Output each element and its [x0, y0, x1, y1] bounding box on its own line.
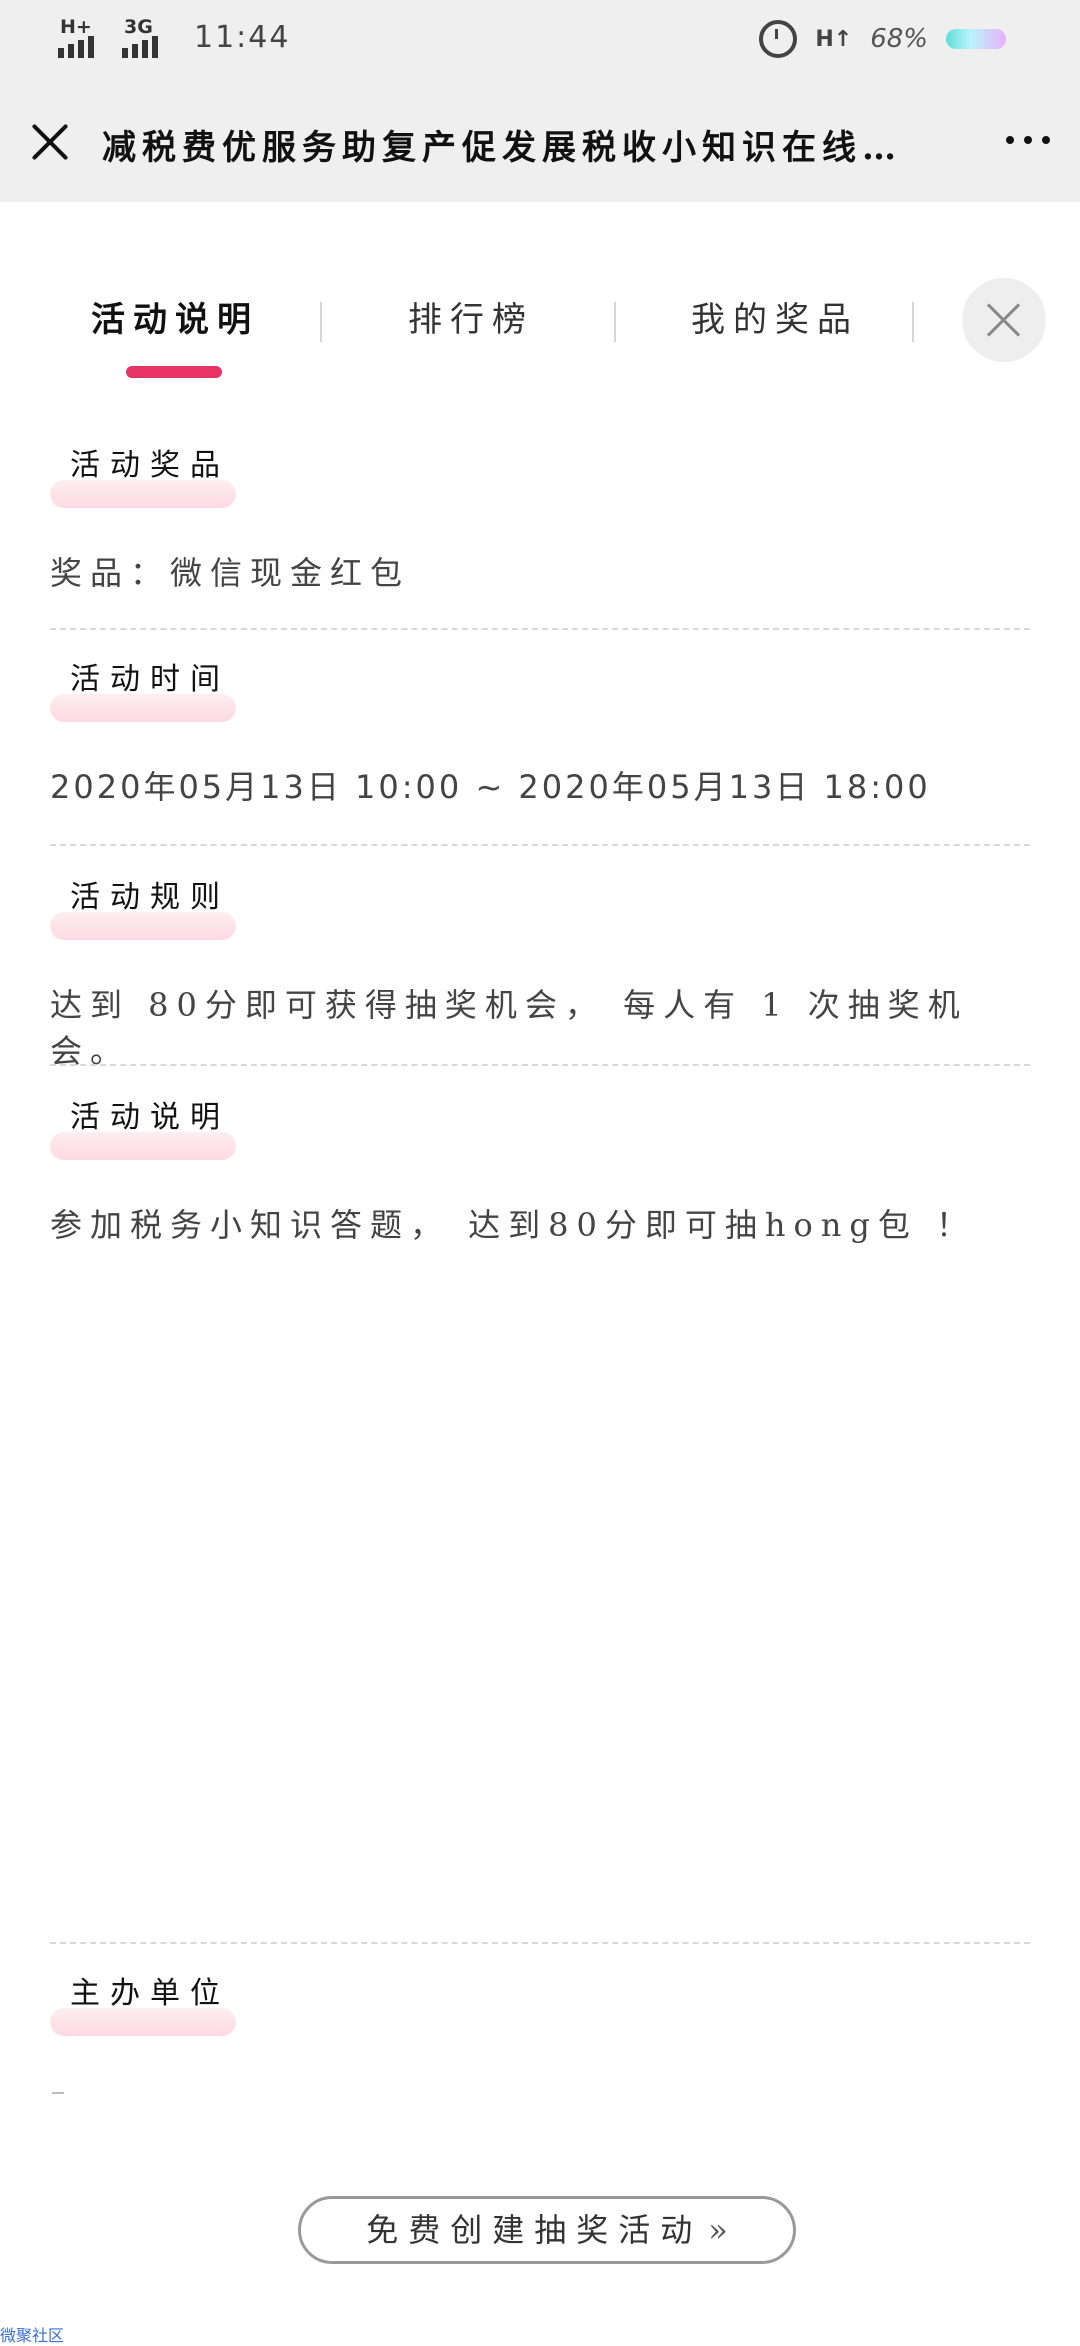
- tab-leaderboard[interactable]: 排行榜: [392, 290, 550, 350]
- section-time: 活动时间 2020年05月13日 10:00 ~ 2020年05月13日 18:…: [50, 656, 1030, 808]
- alarm-icon: [759, 20, 798, 58]
- footer-brand-link[interactable]: 微聚社区: [0, 2322, 64, 2346]
- panel-close-icon[interactable]: [962, 278, 1046, 362]
- signal-strength-icon-2: 3G: [122, 16, 172, 58]
- section-prize: 活动奖品 奖品：微信现金红包: [50, 442, 1030, 594]
- section-divider: [50, 844, 1030, 846]
- close-icon[interactable]: [30, 122, 70, 162]
- double-chevron-right-icon: »: [708, 2211, 728, 2249]
- more-dots-icon[interactable]: [1006, 136, 1050, 144]
- title-bar: 减税费优服务助复产促发展税收小知识在线答题: [0, 86, 1080, 202]
- tab-separator: [614, 302, 616, 342]
- section-divider: [50, 628, 1030, 630]
- section-title: 活动说明: [50, 1094, 250, 1160]
- section-title: 活动规则: [50, 874, 250, 940]
- status-bar: H+ 3G 11:44 H↑ 68%: [0, 0, 1080, 86]
- tab-separator: [320, 302, 322, 342]
- create-lottery-label: 免费创建抽奖活动: [366, 2211, 703, 2249]
- status-right: H↑ 68%: [759, 20, 1006, 58]
- section-body: 参加税务小知识答题， 达到80分即可抽hong包 ！: [50, 1206, 977, 1244]
- section-body: 达到 80分即可获得抽奖机会， 每人有 1 次抽奖机会。: [50, 986, 968, 1070]
- organizer-placeholder-line: [52, 2092, 64, 2094]
- section-divider: [50, 1064, 1030, 1066]
- tab-my-prizes[interactable]: 我的奖品: [680, 290, 870, 350]
- section-title: 活动时间: [50, 656, 250, 722]
- status-time: 11:44: [194, 20, 291, 55]
- tab-activity-description[interactable]: 活动说明: [80, 290, 270, 350]
- status-left: H+ 3G 11:44: [58, 16, 291, 58]
- section-body: 奖品：微信现金红包: [50, 554, 411, 592]
- tab-bar: 活动说明 排行榜 我的奖品: [0, 270, 920, 390]
- section-description: 活动说明 参加税务小知识答题， 达到80分即可抽hong包 ！: [50, 1094, 1030, 1246]
- tab-separator: [912, 302, 914, 342]
- section-divider: [50, 1942, 1030, 1944]
- section-title: 活动奖品: [50, 442, 250, 508]
- signal-strength-icon-1: H+: [58, 16, 108, 58]
- section-organizer: 主办单位: [50, 1970, 1030, 2036]
- signal-type-1: H+: [60, 16, 92, 38]
- active-tab-indicator: [126, 366, 222, 378]
- page-title: 减税费优服务助复产促发展税收小知识在线答题: [102, 128, 932, 168]
- section-title: 主办单位: [50, 1970, 250, 2036]
- section-body: 2020年05月13日 10:00 ~ 2020年05月13日 18:00: [50, 768, 931, 806]
- section-rules: 活动规则 达到 80分即可获得抽奖机会， 每人有 1 次抽奖机会。: [50, 874, 1030, 1072]
- battery-heart-icon: [946, 29, 1006, 49]
- create-lottery-button[interactable]: 免费创建抽奖活动»: [298, 2196, 796, 2264]
- battery-percentage: 68%: [870, 24, 928, 54]
- signal-type-2: 3G: [124, 16, 153, 38]
- network-indicator: H↑: [815, 26, 853, 52]
